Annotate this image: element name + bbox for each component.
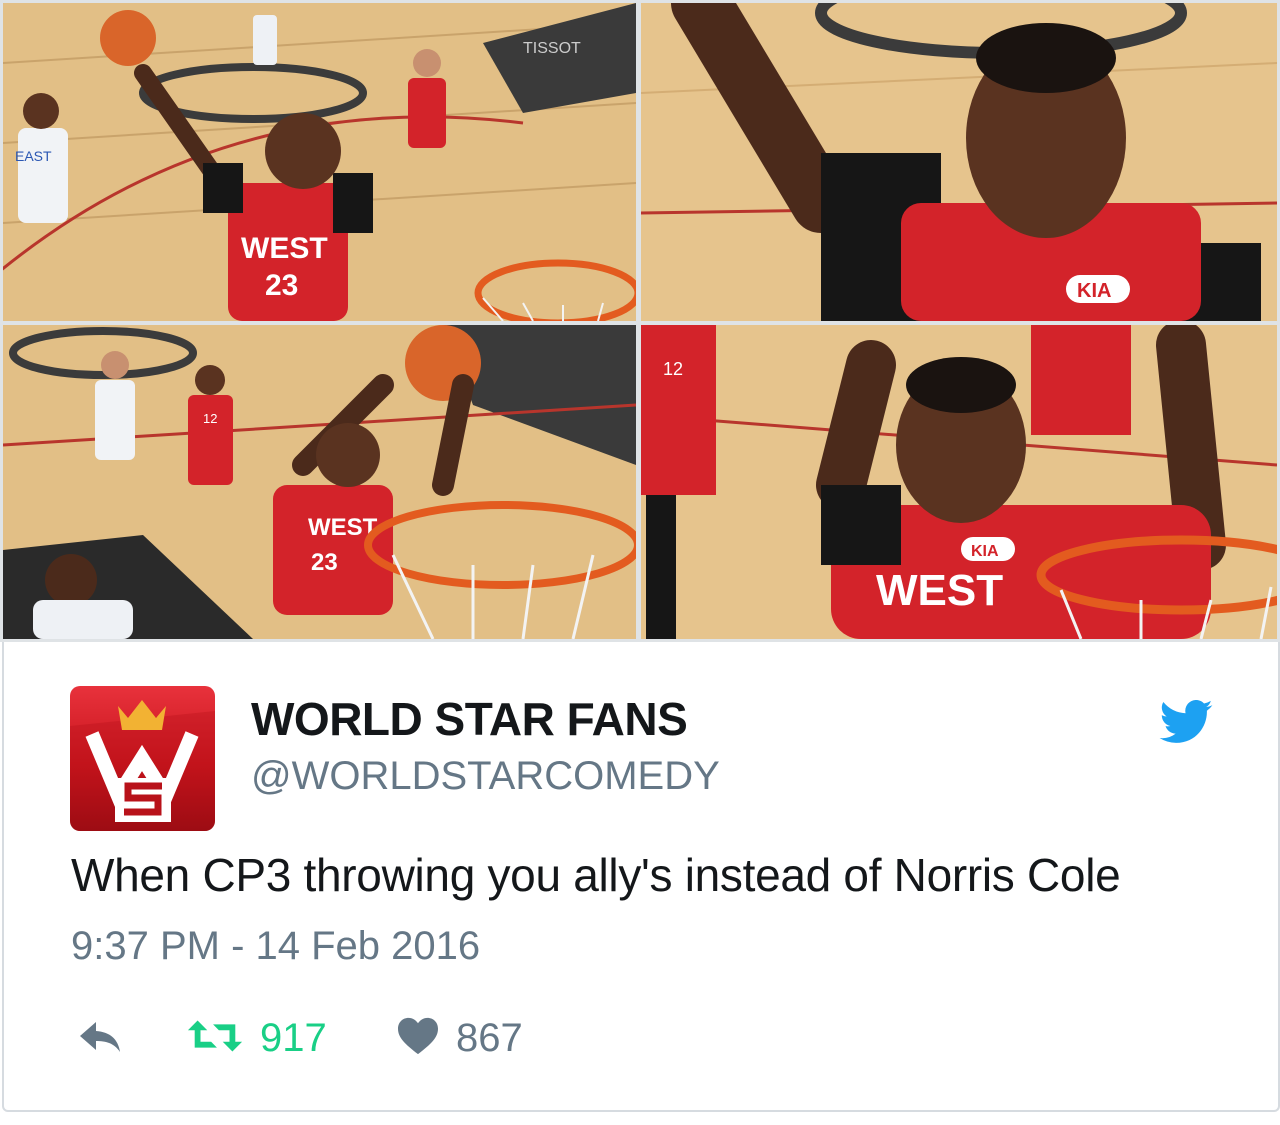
court-sign-text: TISSOT bbox=[523, 40, 581, 57]
retweet-button[interactable]: 917 bbox=[186, 1016, 327, 1061]
teammate-number-text-2: 12 bbox=[663, 359, 683, 379]
tweet-timestamp[interactable]: 9:37 PM - 14 Feb 2016 bbox=[71, 924, 480, 969]
display-name[interactable]: WORLD STAR FANS bbox=[251, 692, 688, 746]
reply-button[interactable] bbox=[76, 1016, 124, 1061]
sponsor-text-2: KIA bbox=[971, 543, 999, 560]
avatar[interactable] bbox=[70, 686, 215, 831]
jersey-team-text-3: WEST bbox=[876, 566, 1003, 615]
jersey-number-text-2: 23 bbox=[311, 549, 338, 576]
east-label-text: EAST bbox=[15, 148, 52, 164]
twitter-bird-icon[interactable] bbox=[1159, 699, 1213, 744]
jersey-number-text: 23 bbox=[265, 269, 298, 302]
tweet-card: WORLD STAR FANS @WORLDSTARCOMEDY When CP… bbox=[2, 642, 1280, 1112]
basketball bbox=[100, 10, 156, 66]
photo-bottom-right[interactable]: 12 KIA WEST bbox=[641, 325, 1277, 639]
jersey-team-text: WEST bbox=[241, 232, 328, 265]
sponsor-text: KIA bbox=[1077, 280, 1111, 302]
photo-top-right[interactable]: KIA bbox=[641, 3, 1277, 321]
photo-grid: TISSOT WEST 23 EAST KIA 12 WEST 23 12 KI… bbox=[0, 0, 1280, 642]
retweet-icon bbox=[186, 1016, 244, 1061]
user-handle[interactable]: @WORLDSTARCOMEDY bbox=[251, 754, 720, 799]
reply-arrow-icon bbox=[76, 1016, 124, 1061]
tweet-text: When CP3 throwing you ally's instead of … bbox=[71, 849, 1121, 901]
like-count: 867 bbox=[456, 1016, 523, 1060]
heart-icon bbox=[396, 1016, 440, 1061]
like-button[interactable]: 867 bbox=[396, 1016, 523, 1061]
retweet-count: 917 bbox=[260, 1016, 327, 1060]
photo-bottom-left[interactable]: 12 WEST 23 bbox=[3, 325, 636, 639]
photo-top-left[interactable]: TISSOT WEST 23 EAST bbox=[3, 3, 636, 321]
teammate-number-text: 12 bbox=[203, 411, 217, 426]
